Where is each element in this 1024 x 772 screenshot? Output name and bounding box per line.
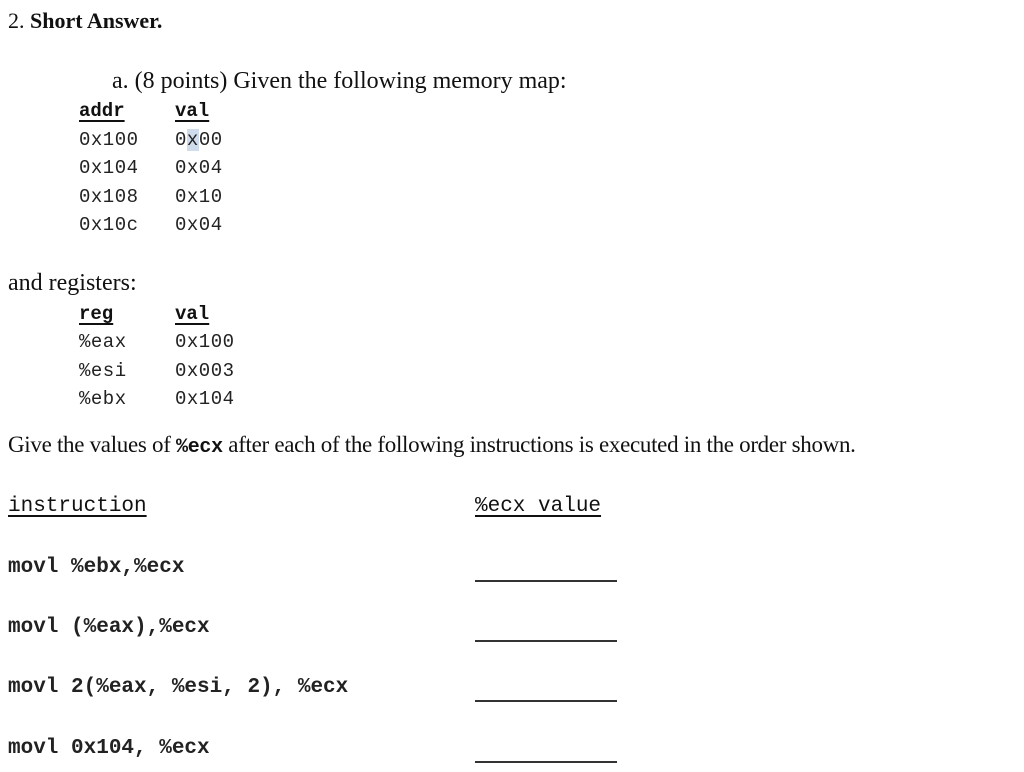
answer-blank[interactable] xyxy=(475,761,617,763)
instruction-text: movl %ebx,%ecx xyxy=(8,556,185,579)
instruction-text: movl (%eax),%ecx xyxy=(8,616,210,639)
memory-addr: 0x104 xyxy=(79,157,139,179)
memory-header-addr: addr xyxy=(79,100,125,122)
register-val: 0x003 xyxy=(175,360,235,382)
register-val: 0x100 xyxy=(175,331,235,353)
section-number: 2. xyxy=(8,8,25,33)
instructions-prompt: Give the values of %ecx after each of th… xyxy=(8,432,856,459)
instruction-text: movl 0x104, %ecx xyxy=(8,737,210,760)
column-header-ecx-value: %ecx value xyxy=(475,495,602,518)
register-header-val: val xyxy=(175,303,210,325)
register-name: %esi xyxy=(79,360,127,382)
prompt-text: after each of the following instructions… xyxy=(222,432,856,457)
memory-val: 0x04 xyxy=(175,157,223,179)
answer-blank[interactable] xyxy=(475,700,617,702)
prompt-register: %ecx xyxy=(176,436,223,459)
prompt-text: Give the values of xyxy=(8,432,177,457)
column-header-instruction: instruction xyxy=(8,495,147,518)
text-selection-highlight: x xyxy=(186,129,199,151)
memory-addr: 0x10c xyxy=(79,214,139,236)
register-val: 0x104 xyxy=(175,388,235,410)
memory-addr: 0x108 xyxy=(79,186,139,208)
question-prompt: Given the following memory map: xyxy=(233,68,567,94)
answer-blank[interactable] xyxy=(475,580,617,582)
instruction-text: movl 2(%eax, %esi, 2), %ecx xyxy=(8,676,349,699)
register-header-reg: reg xyxy=(79,303,114,325)
memory-header-val: val xyxy=(175,100,210,122)
register-name: %eax xyxy=(79,331,127,353)
question-a: a. (8 points) Given the following memory… xyxy=(112,68,567,95)
question-label: a. xyxy=(112,68,129,94)
memory-val: 0x10 xyxy=(175,186,223,208)
question-points: (8 points) xyxy=(134,68,228,94)
register-name: %ebx xyxy=(79,388,127,410)
memory-val: 0x04 xyxy=(175,214,223,236)
section-heading: Short Answer. xyxy=(30,8,163,33)
section-title: 2. Short Answer. xyxy=(8,8,162,34)
answer-blank[interactable] xyxy=(475,640,617,642)
memory-val: 0x00 xyxy=(175,129,223,151)
memory-addr: 0x100 xyxy=(79,129,139,151)
registers-intro: and registers: xyxy=(8,270,137,296)
